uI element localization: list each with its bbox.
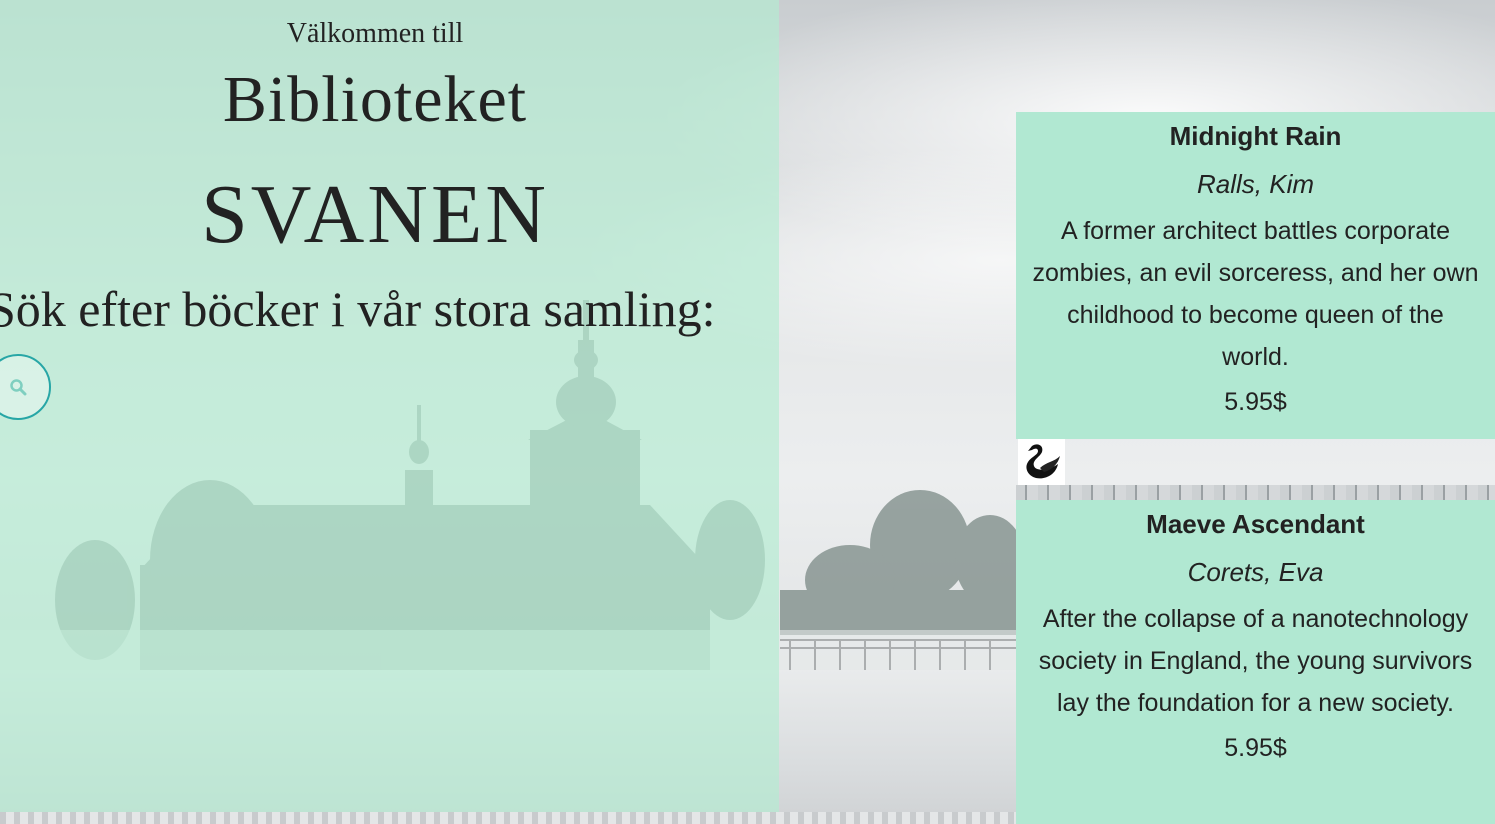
search-prompt: Sök efter böcker i vår stora samling:	[0, 281, 716, 337]
card-divider	[1016, 485, 1495, 500]
book-price: 5.95$	[1224, 388, 1287, 416]
swan-logo	[1018, 439, 1065, 485]
welcome-text: Välkommen till	[286, 18, 464, 49]
book-author: Ralls, Kim	[1196, 169, 1314, 199]
book-card[interactable]: Maeve Ascendant Corets, Eva After the co…	[1016, 500, 1495, 824]
book-card[interactable]: Midnight Rain Ralls, Kim A former archit…	[1016, 112, 1495, 439]
search-icon	[10, 379, 27, 396]
library-heading: Biblioteket	[222, 63, 528, 136]
book-price: 5.95$	[1224, 734, 1287, 762]
book-description: After the collapse of a nanotechnology s…	[1038, 605, 1473, 717]
book-description: A former architect battles corporate zom…	[1032, 217, 1479, 371]
swan-icon	[1025, 444, 1060, 479]
book-title: Maeve Ascendant	[1146, 509, 1365, 539]
book-author: Corets, Eva	[1187, 557, 1324, 587]
library-name: SVANEN	[201, 168, 549, 261]
book-title: Midnight Rain	[1169, 121, 1342, 151]
